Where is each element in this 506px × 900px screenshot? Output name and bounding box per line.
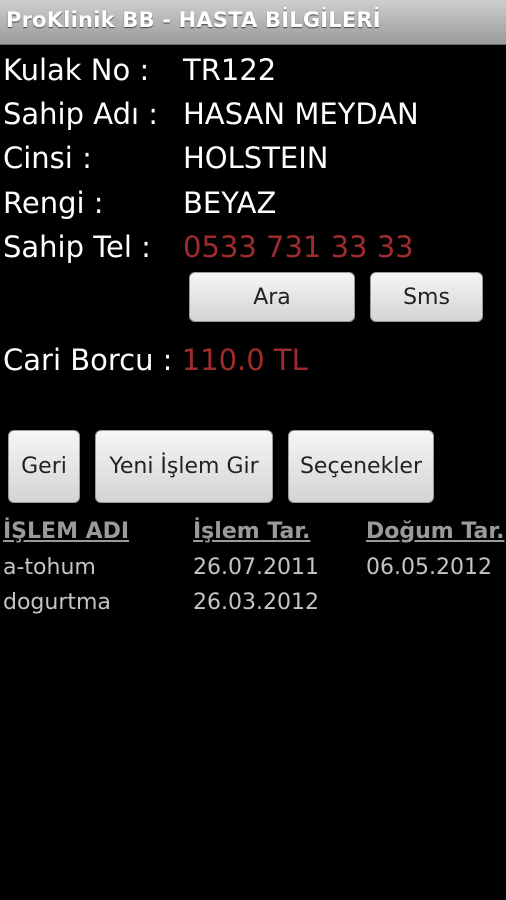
app-title: ProKlinik BB - HASTA BİLGİLERİ xyxy=(6,8,381,32)
color-label: Rengi : xyxy=(3,186,104,220)
ear-no-value: TR122 xyxy=(183,53,277,87)
call-button[interactable]: Ara xyxy=(189,272,355,322)
owner-label: Sahip Adı : xyxy=(3,97,159,131)
table-cell[interactable]: dogurtma xyxy=(3,588,111,618)
breed-value: HOLSTEIN xyxy=(183,141,329,175)
ear-no-label: Kulak No : xyxy=(3,53,150,87)
color-value: BEYAZ xyxy=(183,186,277,220)
table-cell[interactable]: 26.07.2011 xyxy=(193,553,319,583)
new-procedure-button[interactable]: Yeni İşlem Gir xyxy=(95,430,273,503)
options-button[interactable]: Seçenekler xyxy=(288,430,434,503)
breed-row: Cinsi : HOLSTEIN xyxy=(3,138,503,178)
table-cell[interactable]: 26.03.2012 xyxy=(193,588,319,618)
breed-label: Cinsi : xyxy=(3,141,92,175)
title-bar: ProKlinik BB - HASTA BİLGİLERİ xyxy=(0,0,506,45)
back-button[interactable]: Geri xyxy=(8,430,80,503)
ear-no-row: Kulak No : TR122 xyxy=(3,50,503,90)
column-header-procedure: İŞLEM ADI xyxy=(3,519,130,544)
debt-label: Cari Borcu : xyxy=(3,343,173,377)
phone-row: Sahip Tel : 0533 731 33 33 xyxy=(3,227,503,267)
phone-value[interactable]: 0533 731 33 33 xyxy=(183,227,414,267)
column-header-birth-date: Doğum Tar. xyxy=(366,519,505,544)
sms-button[interactable]: Sms xyxy=(370,272,483,322)
owner-value: HASAN MEYDAN xyxy=(183,97,419,131)
debt-value: 110.0 TL xyxy=(181,343,308,377)
color-row: Rengi : BEYAZ xyxy=(3,183,503,223)
owner-row: Sahip Adı : HASAN MEYDAN xyxy=(3,94,503,134)
column-header-procedure-date: İşlem Tar. xyxy=(193,519,311,544)
table-cell[interactable]: a-tohum xyxy=(3,553,96,583)
table-cell[interactable]: 06.05.2012 xyxy=(366,553,492,583)
phone-label: Sahip Tel : xyxy=(3,230,151,264)
debt-row: Cari Borcu : 110.0 TL xyxy=(3,340,308,380)
